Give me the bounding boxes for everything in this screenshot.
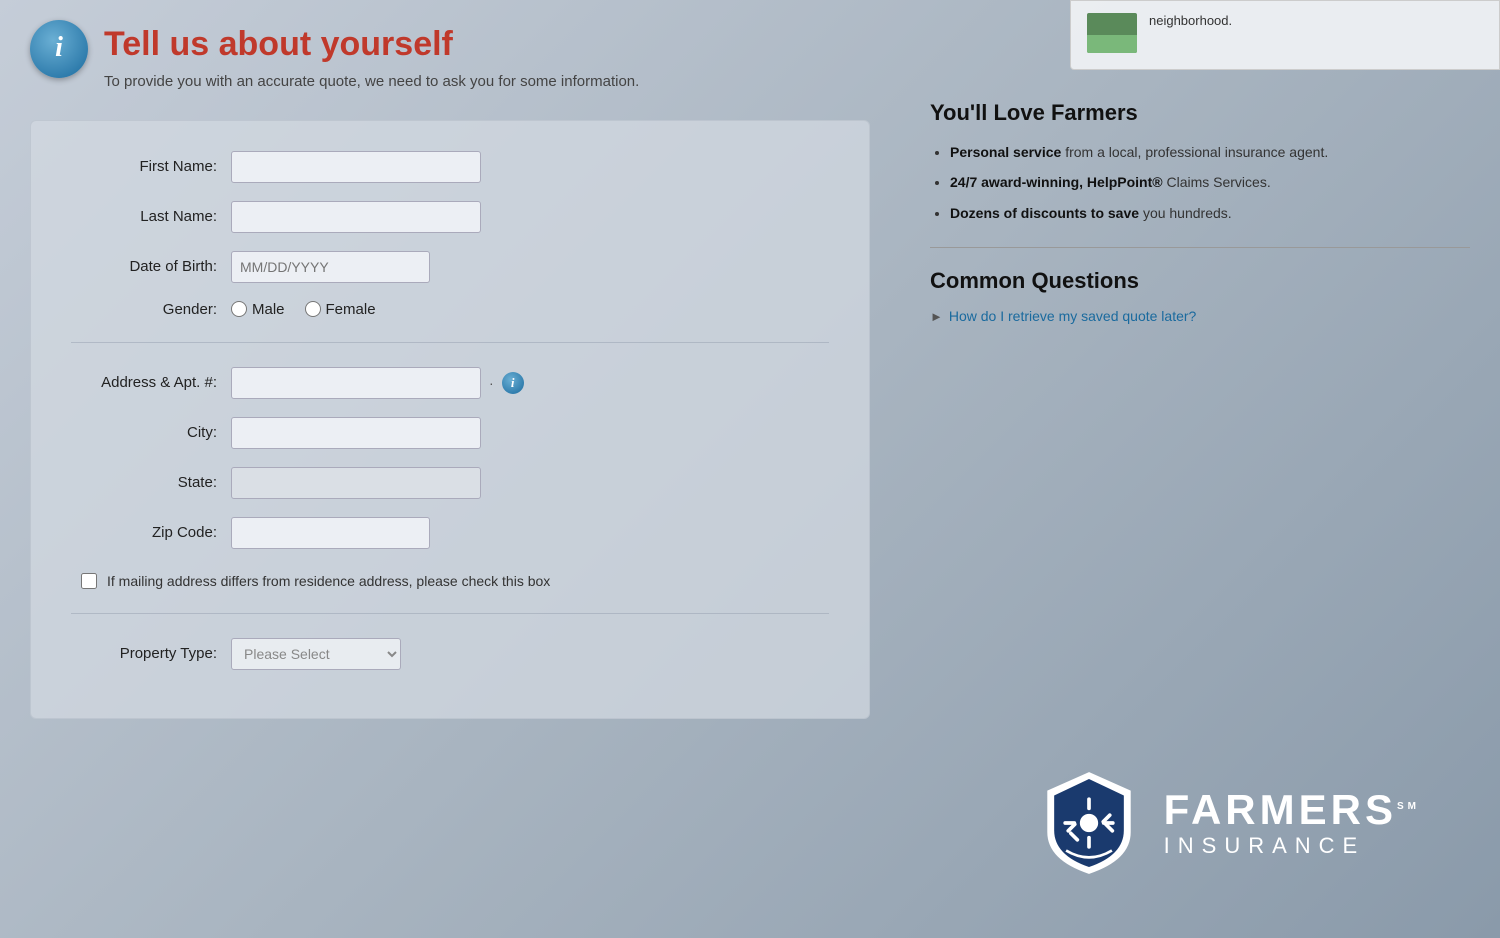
gender-female-option[interactable]: Female — [305, 301, 376, 318]
address-input[interactable] — [231, 367, 481, 399]
bullet-item-3: Dozens of discounts to save you hundreds… — [950, 203, 1470, 223]
bullet-2-rest: Claims Services. — [1166, 174, 1270, 190]
mailing-checkbox-row: If mailing address differs from residenc… — [71, 573, 829, 589]
bullet-item-1: Personal service from a local, professio… — [950, 142, 1470, 162]
bullet-3-rest: you hundreds. — [1143, 205, 1232, 221]
gender-male-option[interactable]: Male — [231, 301, 285, 318]
bullet-2-bold: 24/7 award-winning, HelpPoint® — [950, 174, 1163, 190]
side-panel-divider — [930, 247, 1470, 248]
header-section: i Tell us about yourself To provide you … — [30, 0, 870, 110]
first-name-input[interactable] — [231, 151, 481, 183]
address-section: Address & Apt. #: · i City: — [71, 367, 829, 549]
page-subtitle: To provide you with an accurate quote, w… — [104, 73, 639, 90]
bullet-1-rest: from a local, professional insurance age… — [1065, 144, 1328, 160]
gender-label: Gender: — [71, 301, 231, 318]
farmers-shield-icon — [1034, 768, 1144, 878]
address-row-inner: · i — [231, 367, 524, 399]
form-card: First Name: Last Name: Date of Birth: Ge… — [30, 120, 870, 719]
gender-female-label: Female — [326, 301, 376, 318]
address-row: Address & Apt. #: · i — [71, 367, 829, 399]
section-divider — [71, 342, 829, 343]
bullet-item-2: 24/7 award-winning, HelpPoint® Claims Se… — [950, 172, 1470, 192]
gender-group: Male Female — [231, 301, 376, 318]
state-label: State: — [71, 474, 231, 491]
zip-input[interactable]: 84041 — [231, 517, 430, 549]
mailing-checkbox-label: If mailing address differs from residenc… — [107, 573, 550, 589]
you-love-title: You'll Love Farmers — [930, 100, 1470, 126]
address-info-icon[interactable]: i — [502, 372, 524, 394]
farmers-sm: SM — [1397, 801, 1420, 812]
property-type-select[interactable]: Please Select House Condo Apartment Mobi… — [231, 638, 401, 670]
bullet-1-bold: Personal service — [950, 144, 1061, 160]
property-type-row: Property Type: Please Select House Condo… — [71, 638, 829, 670]
property-divider — [71, 613, 829, 614]
last-name-label: Last Name: — [71, 208, 231, 225]
dob-row: Date of Birth: — [71, 251, 829, 283]
common-questions-title: Common Questions — [930, 268, 1470, 294]
farmers-name: FARMERSSM — [1164, 787, 1420, 833]
state-row: State: Utah — [71, 467, 829, 499]
left-column: i Tell us about yourself To provide you … — [0, 0, 900, 938]
farmers-insurance-word: INSURANCE — [1164, 833, 1420, 859]
first-name-label: First Name: — [71, 158, 231, 175]
dob-input[interactable] — [231, 251, 430, 283]
bullet-3-bold: Dozens of discounts to save — [950, 205, 1139, 221]
gender-row: Gender: Male Female — [71, 301, 829, 318]
mailing-checkbox[interactable] — [81, 573, 97, 589]
question-text-1: How do I retrieve my saved quote later? — [949, 308, 1196, 324]
info-circle-icon: i — [30, 20, 88, 78]
city-input[interactable] — [231, 417, 481, 449]
question-arrow-icon: ► — [930, 309, 943, 324]
question-link-1[interactable]: ► How do I retrieve my saved quote later… — [930, 308, 1470, 324]
gender-female-radio[interactable] — [305, 301, 321, 317]
farmers-logo: FARMERSSM INSURANCE — [1034, 768, 1420, 878]
gender-male-radio[interactable] — [231, 301, 247, 317]
farmers-brand-text: FARMERSSM INSURANCE — [1164, 787, 1420, 859]
state-input[interactable]: Utah — [231, 467, 481, 499]
header-text-block: Tell us about yourself To provide you wi… — [104, 20, 639, 90]
first-name-row: First Name: — [71, 151, 829, 183]
right-column: You'll Love Farmers Personal service fro… — [900, 0, 1500, 938]
city-label: City: — [71, 424, 231, 441]
common-questions-section: Common Questions ► How do I retrieve my … — [930, 268, 1470, 324]
info-circle-letter: i — [55, 32, 63, 64]
page-title: Tell us about yourself — [104, 24, 639, 65]
personal-info-section: First Name: Last Name: Date of Birth: Ge… — [71, 151, 829, 318]
side-panel: You'll Love Farmers Personal service fro… — [930, 100, 1470, 324]
address-label: Address & Apt. #: — [71, 374, 231, 391]
city-row: City: — [71, 417, 829, 449]
gender-male-label: Male — [252, 301, 285, 318]
zip-label: Zip Code: — [71, 524, 231, 541]
dob-label: Date of Birth: — [71, 258, 231, 275]
last-name-input[interactable] — [231, 201, 481, 233]
you-love-section: You'll Love Farmers Personal service fro… — [930, 100, 1470, 223]
address-dot: · — [489, 375, 494, 391]
last-name-row: Last Name: — [71, 201, 829, 233]
address-info-letter: i — [511, 375, 515, 391]
property-type-label: Property Type: — [71, 645, 231, 662]
zip-row: Zip Code: 84041 — [71, 517, 829, 549]
you-love-list: Personal service from a local, professio… — [930, 142, 1470, 223]
